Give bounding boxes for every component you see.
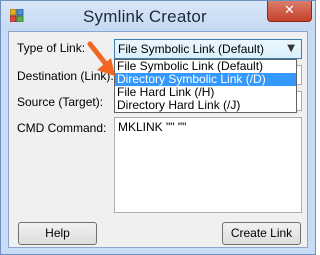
help-button[interactable]: Help <box>18 222 97 245</box>
option-directory-hard-link[interactable]: Directory Hard Link (/J) <box>115 99 296 112</box>
pointer-arrow-icon <box>87 41 115 76</box>
window-title: Symlink Creator <box>83 7 207 26</box>
app-icon <box>10 9 24 22</box>
source-label: Source (Target): <box>17 95 104 109</box>
type-of-link-label: Type of Link: <box>17 41 86 55</box>
title-bar[interactable]: Symlink Creator ✕ <box>1 1 315 31</box>
link-type-dropdown-list[interactable]: File Symbolic Link (Default) Directory S… <box>114 59 297 113</box>
symlink-creator-window: Symlink Creator ✕ Type of Link: Destinat… <box>0 0 316 255</box>
link-type-select[interactable]: File Symbolic Link (Default) ▼ <box>114 39 302 59</box>
cmd-command-value: MKLINK "" "" <box>118 120 187 134</box>
create-link-button[interactable]: Create Link <box>222 222 301 245</box>
link-type-selected-value: File Symbolic Link (Default) <box>118 42 265 56</box>
cmd-command-textarea[interactable]: MKLINK "" "" <box>114 117 302 213</box>
cmd-command-label: CMD Command: <box>17 121 107 135</box>
client-area: Type of Link: Destination (Link): Source… <box>8 31 308 248</box>
close-icon: ✕ <box>284 3 295 18</box>
close-button[interactable]: ✕ <box>267 1 312 22</box>
chevron-down-icon[interactable]: ▼ <box>287 43 295 54</box>
